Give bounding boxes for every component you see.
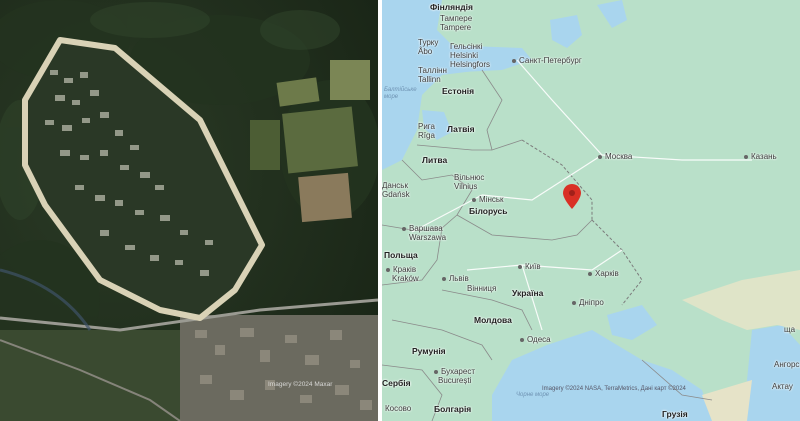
sea-label: Чорне море	[516, 392, 550, 398]
map-label: Литва	[422, 155, 448, 165]
map-label: Україна	[512, 288, 544, 298]
map-label: Данськ	[382, 181, 408, 190]
map-label: Сербія	[382, 378, 411, 388]
map-label: Актау	[772, 382, 793, 391]
map-label: Румунія	[412, 346, 446, 356]
map-label: Helsinki	[450, 51, 479, 60]
map-label: Гельсінкі	[450, 42, 483, 51]
map-label: Vilnius	[454, 182, 478, 191]
map-label: Грузія	[662, 409, 688, 419]
map-label: Естонія	[442, 86, 475, 96]
map-label: Латвія	[447, 124, 475, 134]
map-label: Мінськ	[472, 195, 504, 204]
map-label: Турку	[418, 38, 439, 47]
map-label: Білорусь	[469, 206, 508, 216]
map-label: Дніпро	[572, 298, 604, 307]
map-label: Gdańsk	[382, 190, 410, 199]
map-label: Рига	[418, 122, 435, 131]
map-label: Warszawa	[409, 233, 447, 242]
satellite-imagery	[0, 0, 378, 421]
map-credit: Imagery ©2024 NASA, TerraMetrics, Дані к…	[542, 386, 686, 392]
map-label: Молдова	[474, 315, 512, 325]
map-label: Москва	[598, 152, 632, 161]
map-label: Косово	[385, 404, 412, 413]
map-label: Львів	[442, 274, 469, 283]
map-label: Helsingfors	[450, 60, 491, 69]
satellite-view: Imagery ©2024 Maxar	[0, 0, 378, 421]
map-label: Варшава	[402, 224, 443, 233]
map-label: Tallinn	[418, 75, 441, 84]
map-label: Бухарест	[434, 367, 475, 376]
map-label: Rīga	[418, 131, 435, 140]
map-base	[382, 0, 800, 421]
map-label: Київ	[518, 262, 541, 271]
map-label: Тампере	[440, 14, 473, 23]
sea-label: море	[384, 94, 399, 100]
map-label: Краків	[386, 265, 416, 274]
map-label: Харків	[588, 269, 619, 278]
map-label: ща	[784, 325, 796, 334]
map-label: București	[438, 376, 472, 385]
map-label: Tampere	[440, 23, 472, 32]
map-label: Санкт-Петербург	[512, 56, 582, 65]
regional-map[interactable]: Фінляндія Тампере Tampere Турку Åbo Гель…	[382, 0, 800, 421]
imagery-credit: Imagery ©2024 Maxar	[268, 381, 333, 388]
map-label: Вільнюс	[454, 173, 485, 182]
map-label: Таллінн	[418, 66, 447, 75]
map-label: Ангорська	[774, 360, 800, 369]
map-label: Kraków	[392, 274, 419, 283]
map-label: Вінниця	[467, 284, 497, 293]
map-label: Казань	[744, 152, 777, 161]
map-label: Одеса	[520, 335, 551, 344]
map-label: Фінляндія	[430, 2, 473, 12]
map-label: Åbo	[418, 47, 433, 56]
map-label: Болгарія	[434, 404, 472, 414]
map-label: Польща	[384, 250, 418, 260]
split-image: Imagery ©2024 Maxar Фінляндія Тампере Ta…	[0, 0, 800, 421]
